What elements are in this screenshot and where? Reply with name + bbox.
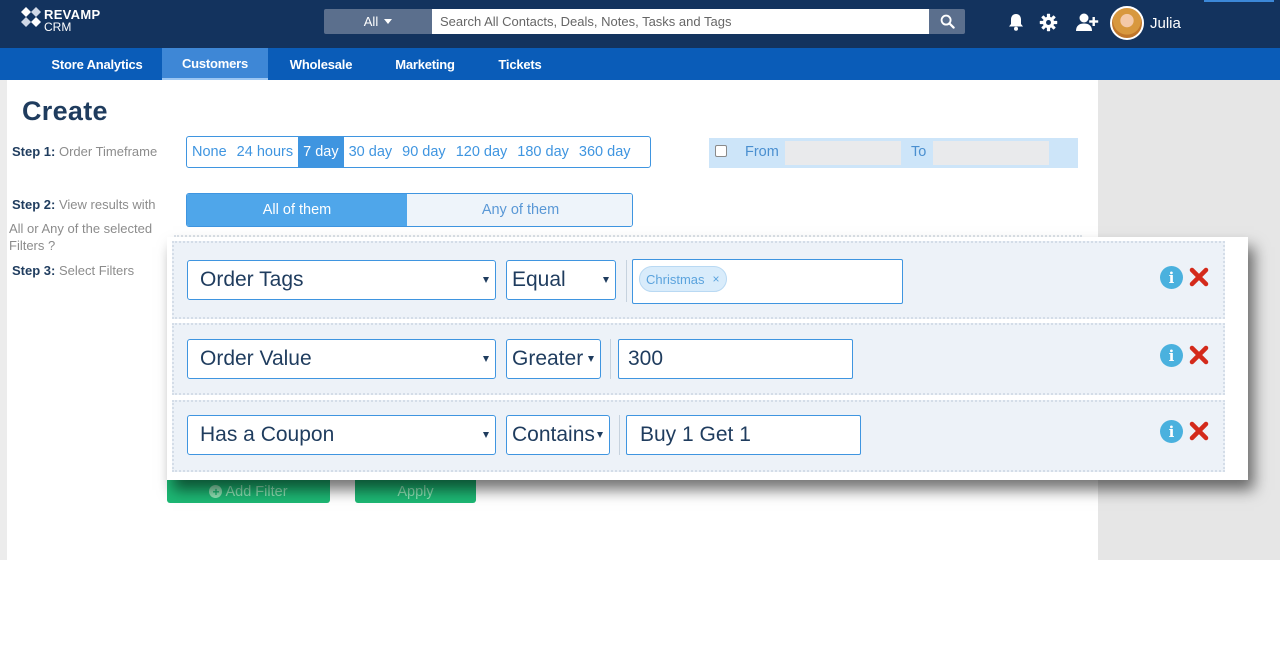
step-2-label: Step 2: View results with — [12, 196, 172, 213]
filter-operator-select[interactable]: Equal — [506, 260, 616, 300]
nav-item-store-analytics[interactable]: Store Analytics — [46, 48, 148, 80]
match-any-option[interactable]: Any of them — [407, 194, 632, 226]
field-separator — [626, 260, 627, 302]
timeframe-option-30-day[interactable]: 30 day — [344, 137, 398, 167]
avatar[interactable] — [1110, 6, 1144, 40]
to-date-input[interactable] — [933, 141, 1049, 165]
info-icon[interactable]: i — [1160, 420, 1183, 443]
chevron-down-icon — [483, 277, 489, 283]
chevron-down-icon — [483, 356, 489, 362]
chevron-down-icon — [483, 432, 489, 438]
field-separator — [619, 415, 620, 455]
step-2-text: View results with — [58, 197, 156, 212]
field-separator — [610, 339, 611, 379]
nav-item-customers[interactable]: Customers — [162, 48, 268, 80]
settings-button[interactable] — [1037, 11, 1059, 33]
search-icon — [940, 14, 955, 29]
match-all-option[interactable]: All of them — [187, 194, 407, 226]
from-label: From — [745, 144, 779, 160]
notifications-button[interactable] — [1005, 11, 1027, 33]
filter-row: Order Tags Equal Christmas × i — [172, 241, 1225, 319]
timeframe-option-120-day[interactable]: 120 day — [451, 137, 513, 167]
delete-icon[interactable] — [1188, 266, 1210, 288]
chevron-down-icon — [603, 277, 609, 283]
filter-operator-value: Contains — [512, 423, 595, 446]
timeframe-option-90-day[interactable]: 90 day — [397, 137, 451, 167]
add-user-icon — [1076, 13, 1099, 31]
delete-icon[interactable] — [1188, 420, 1210, 442]
step-1-label: Step 1: Order Timeframe — [12, 143, 157, 160]
remove-tag-icon[interactable]: × — [713, 272, 720, 286]
search-scope-dropdown[interactable]: All — [324, 9, 432, 34]
tag-input[interactable]: Christmas × — [632, 259, 903, 304]
logo-mark-icon — [21, 7, 41, 27]
search-button[interactable] — [929, 9, 965, 34]
chevron-down-icon — [597, 432, 603, 438]
match-mode-toggle: All of them Any of them — [186, 193, 633, 227]
step-3-number: Step 3: — [12, 263, 56, 278]
filter-field-select[interactable]: Order Tags — [187, 260, 496, 300]
gear-icon — [1039, 13, 1057, 31]
bell-icon — [1009, 14, 1023, 31]
step-1-number: Step 1: — [12, 144, 56, 159]
timeframe-option-7-day[interactable]: 7 day — [298, 137, 344, 167]
filter-operator-select[interactable]: Contains — [506, 415, 610, 455]
delete-icon[interactable] — [1188, 344, 1210, 366]
step-2-description: All or Any of the selected Filters ? — [9, 220, 174, 254]
user-name[interactable]: Julia — [1150, 15, 1181, 32]
timeframe-selector: None 24 hours 7 day 30 day 90 day 120 da… — [186, 136, 651, 168]
timeframe-option-180-day[interactable]: 180 day — [512, 137, 574, 167]
filter-field-select[interactable]: Order Value — [187, 339, 496, 379]
chevron-down-icon — [384, 19, 393, 24]
timeframe-option-24-hours[interactable]: 24 hours — [232, 137, 298, 167]
nav-item-tickets[interactable]: Tickets — [490, 48, 550, 80]
tag-chip: Christmas × — [639, 266, 727, 292]
timeframe-option-none[interactable]: None — [187, 137, 232, 167]
step-3-text: Select Filters — [58, 263, 135, 278]
filter-row: Has a Coupon Contains Buy 1 Get 1 i — [172, 400, 1225, 472]
info-icon[interactable]: i — [1160, 344, 1183, 367]
plus-circle-icon: + — [209, 485, 223, 498]
custom-date-range: From To — [709, 138, 1078, 168]
add-user-button[interactable] — [1074, 11, 1100, 33]
filter-operator-select[interactable]: Greater — [506, 339, 601, 379]
filter-operator-value: Greater — [512, 347, 584, 370]
filters-panel: Order Tags Equal Christmas × i Order Val… — [167, 237, 1248, 480]
timeframe-option-360-day[interactable]: 360 day — [574, 137, 636, 167]
step-1-text: Order Timeframe — [58, 144, 158, 159]
filter-field-value: Has a Coupon — [200, 423, 335, 446]
filter-field-select[interactable]: Has a Coupon — [187, 415, 496, 455]
filter-value-input[interactable]: Buy 1 Get 1 — [626, 415, 861, 455]
step-3-label: Step 3: Select Filters — [12, 262, 134, 279]
top-bar: REVAMP CRM All Search All Contacts, Deal… — [0, 0, 1280, 48]
logo-text-secondary: CRM — [44, 20, 72, 34]
global-search-input[interactable] — [432, 9, 929, 34]
top-accent-line — [1204, 0, 1274, 2]
filter-row: Order Value Greater 300 i — [172, 323, 1225, 395]
date-range-checkbox[interactable] — [715, 145, 727, 157]
page-left-gutter — [0, 80, 7, 560]
main-nav: Store Analytics Customers Wholesale Mark… — [0, 48, 1280, 80]
chevron-down-icon — [588, 356, 594, 362]
info-icon[interactable]: i — [1160, 266, 1183, 289]
search-scope-label: All — [363, 14, 379, 29]
app-logo[interactable]: REVAMP CRM — [16, 6, 116, 36]
apply-button[interactable]: Apply — [355, 480, 476, 503]
to-label: To — [911, 144, 927, 160]
step-2-desc-line2: Filters ? — [9, 238, 56, 253]
filter-operator-value: Equal — [512, 268, 566, 291]
add-filter-label: Add Filter — [225, 483, 288, 500]
nav-item-wholesale[interactable]: Wholesale — [282, 48, 360, 80]
filter-field-value: Order Tags — [200, 268, 304, 291]
nav-item-marketing[interactable]: Marketing — [385, 48, 465, 80]
step-2-desc-line1: All or Any of the selected — [9, 221, 153, 236]
tag-chip-label: Christmas — [646, 271, 705, 287]
from-date-input[interactable] — [785, 141, 901, 165]
filter-field-value: Order Value — [200, 347, 312, 370]
add-filter-button[interactable]: + Add Filter — [167, 480, 330, 503]
filter-value-input[interactable]: 300 — [618, 339, 853, 379]
step-2-number: Step 2: — [12, 197, 56, 212]
page-title: Create — [22, 96, 108, 126]
